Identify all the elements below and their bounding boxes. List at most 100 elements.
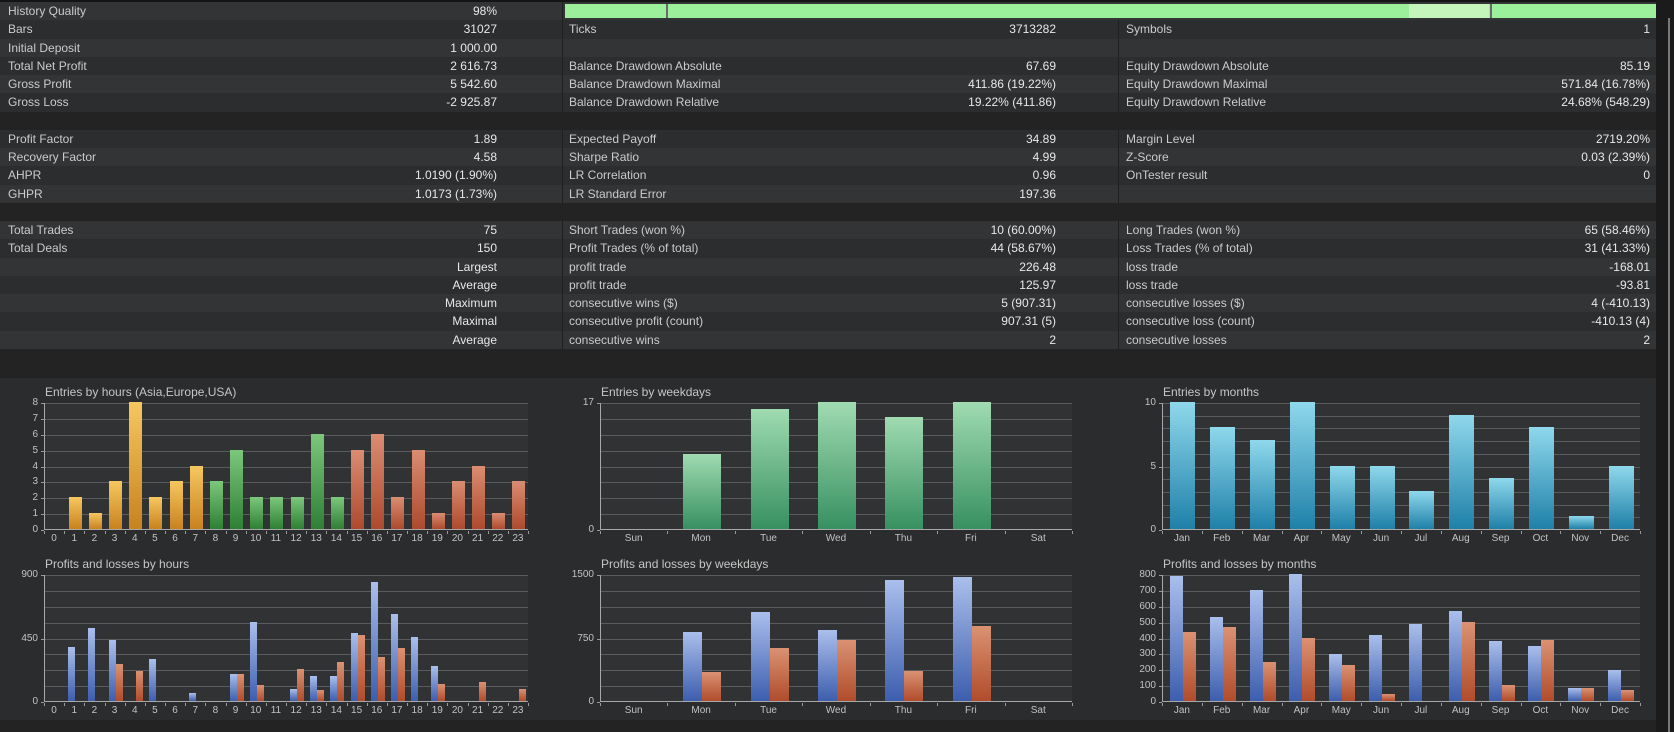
stat-value: Average [452,277,497,292]
stat-value: 1.0173 (1.73%) [414,186,497,201]
y-tick-label: 800 [1139,569,1156,580]
stat-value: 0.03 (2.39%) [1581,150,1650,164]
stat-cell-group: Maximal [0,312,562,330]
stat-label: Recovery Factor [8,150,97,164]
stat-value: 0 [1643,168,1650,183]
stat-cell-group: Total Net Profit 2 616.73 [0,57,562,75]
stat-cell-group: consecutive losses 2 [1118,330,1656,349]
x-tick-label: Fri [965,533,977,544]
stat-value: 31027 [463,22,497,37]
y-tick-label: 5 [1150,460,1156,472]
stat-label [0,312,452,330]
x-tick-label: Thu [894,705,913,716]
bar-Tue [750,409,789,529]
stat-label: Sharpe Ratio [569,150,640,164]
stat-value: 1 000.00 [450,40,497,55]
x-tick-label: Tue [760,533,777,544]
bar-loss-17 [397,648,405,701]
y-tick-label: 0 [588,524,594,535]
stat-label: Short Trades (won %) [569,223,686,237]
stat-value: 226.48 [1019,259,1056,274]
stat-cell-group: consecutive profit (count) 907.31 (5) [562,312,1118,331]
gridline [45,590,528,592]
bar-1 [68,497,82,529]
bar-profit-Aug [1448,611,1462,701]
stat-value: -93.81 [1615,277,1650,292]
gridline [601,590,1072,592]
stat-cell-group [1118,38,1656,57]
y-tick-mark [1159,670,1162,672]
stat-cell-group: Gross Loss -2 925.87 [0,93,562,111]
bar-loss-23 [518,689,526,701]
scrollbar-thumb[interactable] [1668,18,1670,732]
y-tick-mark [1159,686,1162,688]
bar-loss-Dec [1621,689,1635,701]
plot-area-entries-by-weekdays [600,402,1072,530]
bar-Mar [1250,440,1276,529]
plot-area-pl-by-hours [44,575,528,702]
bar-loss-21 [478,681,486,701]
stat-cell-group: Ticks 3713282 [562,20,1118,39]
y-tick-label: 7 [32,412,38,424]
bar-8 [209,481,223,529]
stat-label: Balance Drawdown Relative [569,95,720,110]
stat-row: GHPR 1.0173 (1.73%) LR Standard Error 197.3… [0,184,1656,203]
y-tick-mark [1159,606,1162,608]
stat-cell-group [1118,184,1656,203]
chart-title-entries-by-hours: Entries by hours (Asia,Europe,USA) [45,385,237,399]
stat-label [1119,39,1650,57]
bar-profit-Jan [1169,575,1183,701]
x-tick-label: Nov [1571,533,1590,544]
x-tick-label: May [1331,705,1351,716]
bar-loss-Sep [1501,685,1515,701]
bar-profit-Nov [1568,687,1582,701]
x-tick-label: Mar [1252,533,1271,544]
y-tick-label: 100 [1139,680,1156,692]
stat-label: Profit Trades (% of total) [569,241,699,256]
stat-label: OnTester result [1126,168,1208,183]
y-tick-label: 750 [577,632,594,644]
stat-value: 44 (58.67%) [990,241,1056,256]
x-tick-label: Mar [1252,705,1271,716]
chart-title-pl-by-hours: Profits and losses by hours [45,557,190,571]
bar-16 [371,433,385,529]
stat-value: 65 (58.46%) [1584,223,1650,237]
stat-label: Ticks [569,22,597,37]
bar-May [1329,465,1355,529]
stat-cell-group: LR Correlation 0.96 [562,166,1118,185]
stat-value: 98% [472,4,497,18]
stat-cell-group: Largest [0,258,562,276]
x-tick-mark [937,703,939,706]
stat-cell-group: loss trade -168.01 [1118,257,1656,276]
y-tick-label: 700 [1139,584,1156,596]
stat-row: Recovery Factor 4.58 Sharpe Ratio 4.99 Z-Sco… [0,148,1656,167]
bar-Thu [885,416,924,529]
stat-label: consecutive profit (count) [569,314,704,329]
stat-label: consecutive wins [569,332,660,347]
stat-cell-group: Total Trades 75 [0,221,562,239]
bar-18 [411,449,425,529]
x-tick-label: Mon [691,705,711,716]
stat-label: Profit Factor [8,131,74,146]
stat-cell-group: Symbols 1 [1118,20,1656,39]
stat-value: 1.89 [473,131,497,146]
stat-cell-group: Profit Trades (% of total) 44 (58.67%) [562,239,1118,258]
bar-profit-3 [108,640,116,701]
bar-loss-Jan [1182,631,1196,701]
scrollbar-track[interactable] [1656,0,1674,732]
bar-loss-Mar [1262,662,1276,701]
stat-cell-group: Short Trades (won %) 10 (60.00%) [562,221,1118,240]
gridline [45,654,528,656]
bar-23 [512,481,526,529]
stat-row: Gross Profit 5 542.60 Balance Drawdown Max… [0,75,1656,94]
bar-loss-15 [357,634,365,701]
stat-row: Maximal consecutive profit (count) 907.31 … [0,312,1656,331]
stat-row: Bars 31027 Ticks 3713282 Symbols 1 [0,20,1656,39]
gridline [45,450,528,452]
stat-value: -2 925.87 [446,95,497,110]
y-tick-label: 500 [1139,616,1156,628]
x-tick-label: Dec [1611,533,1629,544]
stat-value: 3713282 [1009,22,1056,37]
y-tick-label: 0 [1150,524,1156,535]
x-tick-label: Wed [825,533,847,544]
